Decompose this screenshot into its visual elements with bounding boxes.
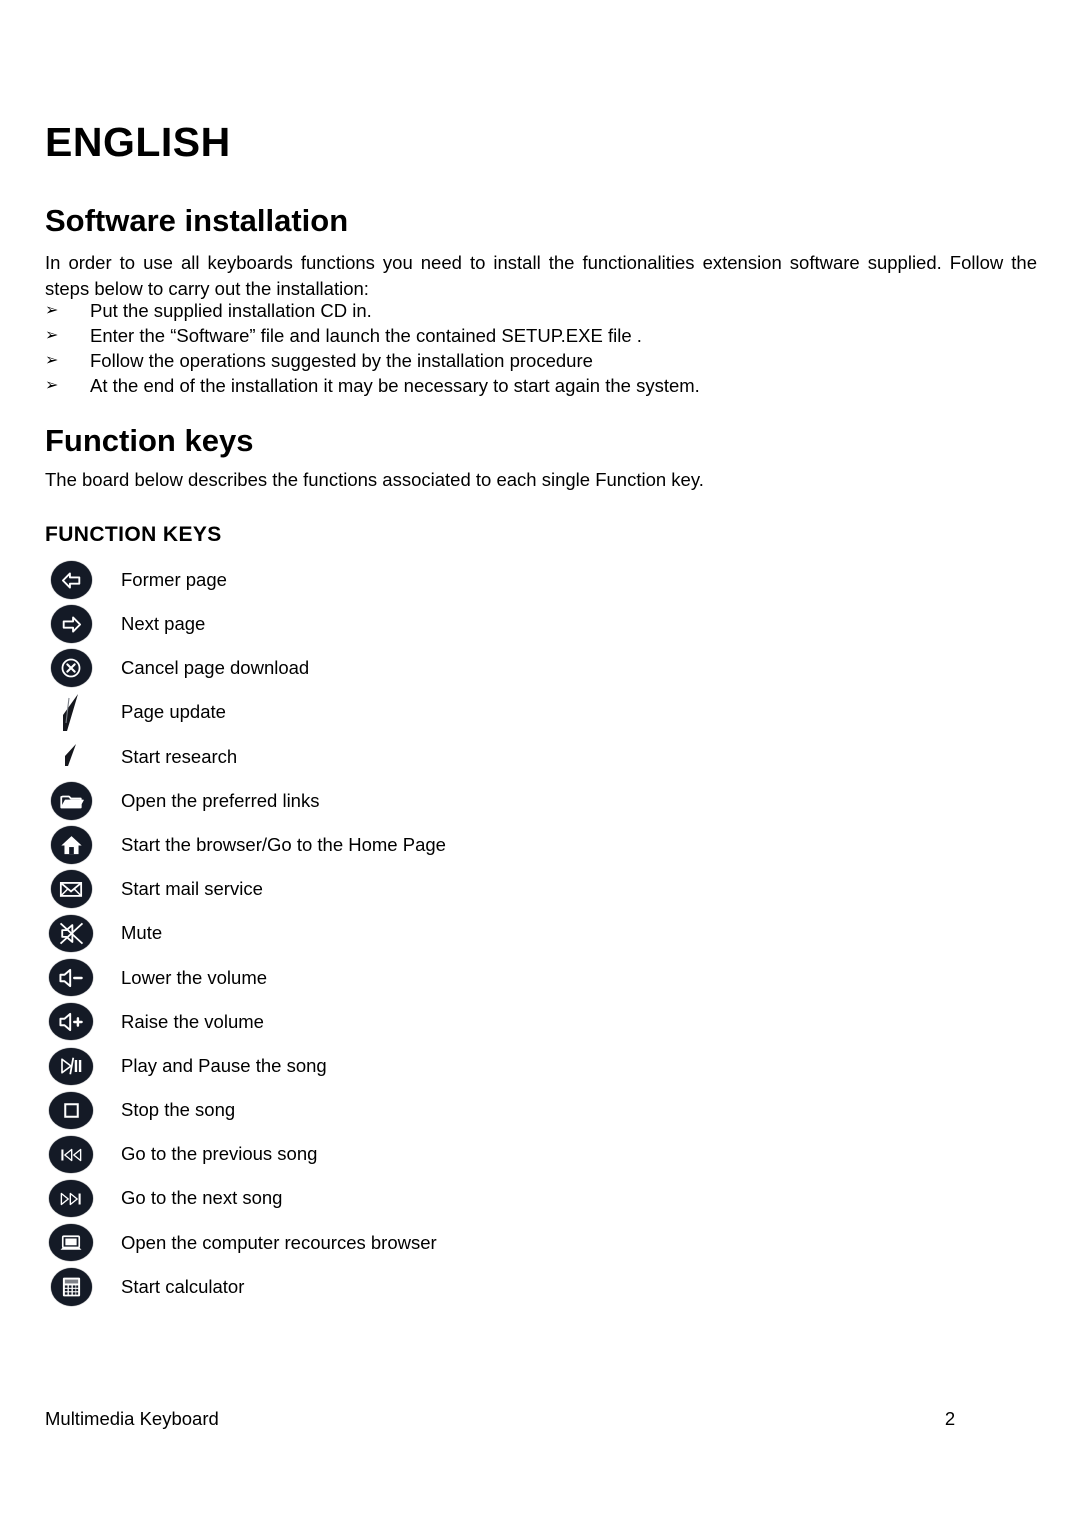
function-key-icon-cell — [45, 648, 97, 688]
function-key-label: Open the preferred links — [121, 789, 320, 811]
play-pause-icon — [49, 1047, 93, 1085]
function-key-icon-cell — [45, 1046, 97, 1086]
list-item-label: Enter the “Software” file and launch the… — [90, 325, 642, 346]
home-icon — [50, 826, 92, 865]
function-key-row: Page update — [45, 691, 1035, 735]
speaker-mute-icon — [49, 915, 93, 953]
heading-software-installation: Software installation — [45, 203, 349, 238]
function-key-label: Raise the volume — [121, 1010, 264, 1032]
list-item-label: Put the supplied installation CD in. — [90, 300, 372, 321]
function-key-row: Play and Pause the song — [45, 1044, 1035, 1088]
function-key-row: Open the computer recources browser — [45, 1221, 1035, 1265]
function-key-icon-cell — [45, 737, 97, 777]
refresh-wedge-icon — [51, 693, 92, 733]
function-key-row: Start the browser/Go to the Home Page — [45, 823, 1035, 867]
search-wedge-icon — [51, 737, 92, 777]
function-key-row: Start research — [45, 735, 1035, 779]
function-key-row: Lower the volume — [45, 956, 1035, 1000]
previous-track-icon — [49, 1136, 93, 1174]
function-key-row: Former page — [45, 558, 1035, 602]
list-item: ➢ Enter the “Software” file and launch t… — [45, 323, 1037, 348]
function-key-label: Page update — [121, 701, 226, 723]
function-key-icon-cell — [45, 1090, 97, 1130]
list-item: ➢ Put the supplied installation CD in. — [45, 298, 1037, 323]
function-key-label: Go to the next song — [121, 1187, 283, 1209]
heading-function-keys: Function keys — [45, 423, 254, 458]
arrow-left-icon — [50, 561, 92, 600]
function-key-row: Stop the song — [45, 1088, 1035, 1132]
bullet-arrow-icon: ➢ — [45, 302, 59, 319]
function-key-icon-cell — [45, 1135, 97, 1175]
function-key-label: Start the browser/Go to the Home Page — [121, 833, 446, 855]
function-key-icon-cell — [45, 825, 97, 865]
volume-down-icon — [49, 959, 93, 997]
folder-icon — [50, 782, 92, 821]
function-key-label: Start mail service — [121, 878, 263, 900]
function-key-row: Start mail service — [45, 867, 1035, 911]
function-key-icon-cell — [45, 958, 97, 998]
bullet-arrow-icon: ➢ — [45, 352, 59, 369]
function-key-row: Raise the volume — [45, 1000, 1035, 1044]
footer-product-name: Multimedia Keyboard — [45, 1408, 219, 1429]
function-key-label: Open the computer recources browser — [121, 1231, 437, 1253]
function-key-row: Go to the previous song — [45, 1132, 1035, 1176]
function-key-row: Mute — [45, 912, 1035, 956]
list-item-label: Follow the operations suggested by the i… — [90, 350, 593, 371]
function-key-icon-cell — [45, 1179, 97, 1219]
function-key-label: Stop the song — [121, 1099, 236, 1121]
cancel-x-icon — [50, 649, 92, 688]
function-key-label: Play and Pause the song — [121, 1054, 327, 1076]
function-key-row: Start calculator — [45, 1265, 1035, 1309]
function-key-icon-cell — [45, 604, 97, 644]
function-key-row: Open the preferred links — [45, 779, 1035, 823]
installation-steps-list: ➢ Put the supplied installation CD in. ➢… — [45, 298, 1037, 398]
bullet-arrow-icon: ➢ — [45, 327, 59, 344]
function-key-label: Go to the previous song — [121, 1143, 318, 1165]
mail-icon — [50, 870, 92, 909]
function-key-icon-cell — [45, 1223, 97, 1263]
function-key-icon-cell — [45, 560, 97, 600]
document-page: ENGLISH Software installation In order t… — [0, 0, 1080, 1526]
function-key-icon-cell — [45, 1002, 97, 1042]
next-track-icon — [49, 1180, 93, 1218]
function-key-label: Mute — [121, 922, 163, 944]
language-title: ENGLISH — [45, 119, 231, 165]
function-key-label: Former page — [121, 568, 227, 590]
function-keys-table: Former page Next page Cancel page download… — [45, 558, 1035, 1309]
function-key-label: Lower the volume — [121, 966, 268, 988]
function-keys-table-title: FUNCTION KEYS — [45, 523, 222, 546]
function-key-icon-cell — [45, 781, 97, 821]
function-key-label: Start research — [121, 745, 238, 767]
list-item: ➢ Follow the operations suggested by the… — [45, 348, 1037, 373]
volume-up-icon — [49, 1003, 93, 1041]
footer-page-number: 2 — [944, 1408, 956, 1429]
function-key-row: Next page — [45, 602, 1035, 646]
calculator-icon — [50, 1268, 92, 1307]
list-item: ➢ At the end of the installation it may … — [45, 373, 1037, 398]
software-installation-intro: In order to use all keyboards functions … — [45, 252, 1037, 299]
function-key-icon-cell — [45, 693, 97, 733]
function-keys-intro: The board below describes the functions … — [45, 469, 704, 490]
function-key-icon-cell — [45, 869, 97, 909]
computer-icon — [49, 1224, 93, 1262]
function-key-label: Cancel page download — [121, 657, 310, 679]
list-item-label: At the end of the installation it may be… — [90, 375, 700, 396]
function-key-label: Next page — [121, 613, 206, 635]
bullet-arrow-icon: ➢ — [45, 377, 59, 394]
function-key-icon-cell — [45, 914, 97, 954]
arrow-right-icon — [50, 605, 92, 644]
function-key-label: Start calculator — [121, 1275, 245, 1297]
stop-icon — [49, 1091, 93, 1129]
function-key-row: Cancel page download — [45, 646, 1035, 690]
function-key-icon-cell — [45, 1267, 97, 1307]
function-key-row: Go to the next song — [45, 1177, 1035, 1221]
